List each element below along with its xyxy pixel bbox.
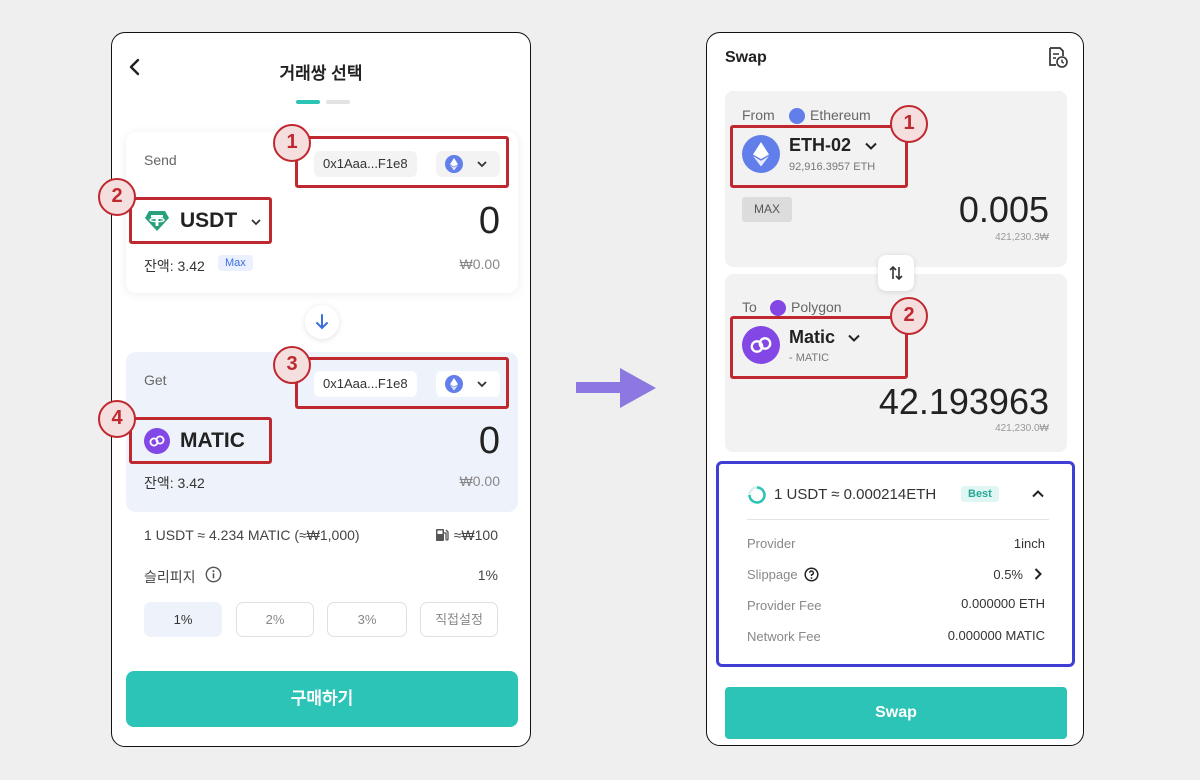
swap-direction-icon: [889, 265, 903, 281]
chevron-up-icon[interactable]: [1031, 489, 1045, 499]
provider-fee-value: 0.000000 ETH: [961, 596, 1045, 611]
swap-button[interactable]: Swap: [725, 687, 1067, 739]
polygon-icon: [770, 300, 786, 316]
ethereum-icon: [789, 108, 805, 124]
network-fee-label: Network Fee: [747, 629, 821, 644]
info-icon[interactable]: [205, 566, 222, 583]
chevron-right-icon[interactable]: [1033, 567, 1043, 581]
exchange-rate: 1 USDT ≈ 4.234 MATIC (≈₩1,000): [144, 527, 360, 543]
flow-arrow-icon: [576, 368, 656, 408]
step-badge: 1: [890, 105, 928, 143]
help-icon[interactable]: [804, 567, 819, 582]
slippage-option-3[interactable]: 3%: [327, 602, 407, 637]
max-button[interactable]: Max: [218, 255, 253, 271]
highlight-send-token: [129, 197, 272, 244]
from-amount[interactable]: 0.005: [959, 189, 1049, 231]
loading-ring-icon: [748, 486, 766, 504]
history-icon[interactable]: [1045, 45, 1069, 69]
swap-direction-button[interactable]: [305, 305, 339, 339]
step-indicator-inactive: [326, 100, 350, 104]
step-badge: 2: [98, 178, 136, 216]
get-balance: 잔액: 3.42: [144, 475, 205, 491]
get-fiat-value: ₩0.00: [459, 473, 500, 489]
slippage-value: 1%: [477, 567, 498, 583]
send-label: Send: [144, 152, 177, 168]
buy-button[interactable]: 구매하기: [126, 671, 518, 727]
step-badge: 4: [98, 400, 136, 438]
page-title: Swap: [725, 49, 767, 66]
max-button[interactable]: MAX: [742, 197, 792, 222]
slippage-label: 슬리피지: [144, 569, 196, 585]
highlight-send-address-network: [295, 136, 509, 188]
provider-label: Provider: [747, 536, 796, 551]
send-amount[interactable]: 0: [479, 200, 500, 243]
slippage-option-2[interactable]: 2%: [236, 602, 314, 637]
provider-value: 1inch: [1013, 536, 1045, 551]
gas-pump-icon: [436, 529, 449, 541]
to-fiat-value: 421,230.0₩: [995, 423, 1049, 434]
step-badge: 3: [273, 346, 311, 384]
to-label: To: [742, 299, 757, 315]
arrow-down-icon: [316, 314, 328, 330]
to-chain: Polygon: [791, 299, 842, 315]
send-fiat-value: ₩0.00: [459, 256, 500, 272]
slippage-option-1[interactable]: 1%: [144, 602, 222, 637]
slippage-value[interactable]: 0.5%: [993, 567, 1023, 582]
from-chain: Ethereum: [810, 107, 871, 123]
highlight-from-token: [730, 125, 908, 188]
slippage-option-custom[interactable]: 직접설정: [420, 602, 498, 637]
step-badge: 1: [273, 124, 311, 162]
send-balance: 잔액: 3.42: [144, 258, 205, 274]
highlight-get-token: [129, 417, 272, 464]
to-amount: 42.193963: [878, 381, 1049, 422]
network-fee-value: 0.000000 MATIC: [947, 628, 1045, 643]
page-title: 거래쌍 선택: [279, 64, 363, 83]
highlight-get-address-network: [295, 357, 509, 409]
provider-fee-label: Provider Fee: [747, 598, 822, 613]
slippage-label: Slippage: [747, 567, 798, 582]
step-indicator-active: [296, 100, 320, 104]
step-badge: 2: [890, 297, 928, 335]
get-amount: 0: [478, 420, 500, 462]
divider: [747, 519, 1049, 520]
best-badge: Best: [961, 486, 999, 502]
gas-fee: ≈₩100: [453, 527, 498, 543]
swap-direction-button[interactable]: [878, 255, 914, 291]
get-label: Get: [144, 372, 167, 388]
highlight-to-token: [730, 316, 908, 379]
quote-rate: 1 USDT ≈ 0.000214ETH: [774, 486, 937, 503]
from-label: From: [742, 107, 775, 123]
from-fiat-value: 421,230.3₩: [995, 232, 1049, 243]
